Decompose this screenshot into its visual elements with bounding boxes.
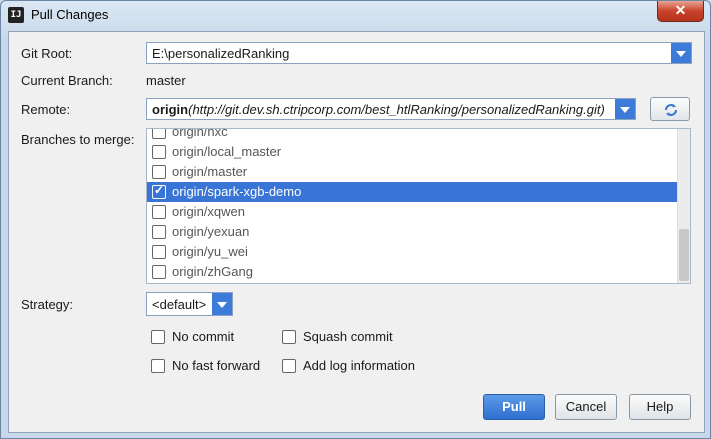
branch-label: origin/zhGang bbox=[172, 264, 253, 279]
branch-checkbox[interactable] bbox=[152, 265, 166, 279]
dialog-body: Git Root: E:\personalizedRanking Current… bbox=[8, 31, 705, 433]
no-commit-checkbox[interactable] bbox=[151, 330, 165, 344]
git-root-select[interactable]: E:\personalizedRanking bbox=[146, 42, 692, 64]
branches-to-merge-label: Branches to merge: bbox=[21, 132, 135, 147]
current-branch-label: Current Branch: bbox=[21, 73, 113, 88]
no-commit-label: No commit bbox=[172, 329, 235, 344]
branch-row-selected[interactable]: origin/spark-xgb-demo bbox=[147, 182, 678, 202]
branch-label: origin/yu_wei bbox=[172, 244, 248, 259]
squash-commit-checkbox[interactable] bbox=[282, 330, 296, 344]
branch-row[interactable]: origin/yu_wei bbox=[147, 242, 678, 262]
branch-checkbox[interactable] bbox=[152, 225, 166, 239]
scrollbar-thumb[interactable] bbox=[679, 229, 689, 281]
strategy-label: Strategy: bbox=[21, 297, 74, 312]
remote-select[interactable]: origin(http://git.dev.sh.ctripcorp.com/b… bbox=[146, 98, 636, 120]
remote-url: (http://git.dev.sh.ctripcorp.com/best_ht… bbox=[188, 102, 605, 117]
branch-row[interactable]: origin/hxc bbox=[147, 128, 678, 142]
branch-label: origin/spark-xgb-demo bbox=[172, 184, 302, 199]
add-log-information-checkbox[interactable] bbox=[282, 359, 296, 373]
branch-label: origin/yexuan bbox=[172, 224, 250, 239]
strategy-dropdown-arrow-icon[interactable] bbox=[212, 293, 232, 315]
branch-row[interactable]: origin/master bbox=[147, 162, 678, 182]
title-bar[interactable]: IJ Pull Changes ✕ bbox=[1, 1, 710, 31]
squash-commit-label: Squash commit bbox=[303, 329, 393, 344]
current-branch-value: master bbox=[146, 73, 186, 88]
strategy-select[interactable]: <default> bbox=[146, 292, 233, 316]
strategy-value: <default> bbox=[152, 297, 207, 312]
window-title: Pull Changes bbox=[31, 7, 109, 22]
remote-name: origin bbox=[152, 102, 189, 117]
branch-row[interactable]: origin/xqwen bbox=[147, 202, 678, 222]
remote-value: origin(http://git.dev.sh.ctripcorp.com/b… bbox=[152, 102, 605, 117]
refresh-remote-button[interactable] bbox=[650, 97, 690, 121]
remote-label: Remote: bbox=[21, 102, 71, 117]
branch-row[interactable]: origin/local_master bbox=[147, 142, 678, 162]
branches-list: origin/hxc origin/local_master origin/ma… bbox=[146, 128, 691, 284]
branch-checkbox[interactable] bbox=[152, 165, 166, 179]
pull-button[interactable]: Pull bbox=[483, 394, 545, 420]
cancel-button[interactable]: Cancel bbox=[555, 394, 617, 420]
branch-checkbox[interactable] bbox=[152, 129, 166, 139]
branch-label: origin/local_master bbox=[172, 144, 282, 159]
branches-scrollbar[interactable] bbox=[677, 129, 690, 283]
branch-checkbox[interactable] bbox=[152, 205, 166, 219]
no-fast-forward-checkbox[interactable] bbox=[151, 359, 165, 373]
remote-dropdown-arrow-icon[interactable] bbox=[615, 99, 635, 119]
help-button[interactable]: Help bbox=[629, 394, 691, 420]
branch-checkbox-checked[interactable] bbox=[152, 183, 166, 199]
no-fast-forward-label: No fast forward bbox=[172, 358, 261, 373]
pull-changes-dialog: IJ Pull Changes ✕ Git Root: E:\personali… bbox=[0, 0, 711, 439]
branch-row[interactable]: origin/zhGang bbox=[147, 262, 678, 282]
close-button[interactable]: ✕ bbox=[657, 1, 704, 22]
intellij-app-icon: IJ bbox=[8, 7, 24, 23]
git-root-dropdown-arrow-icon[interactable] bbox=[671, 43, 691, 63]
branch-row[interactable]: origin/yexuan bbox=[147, 222, 678, 242]
git-root-label: Git Root: bbox=[21, 46, 73, 61]
add-log-information-label: Add log information bbox=[303, 358, 416, 373]
branch-label: origin/xqwen bbox=[172, 204, 245, 219]
branch-label: origin/hxc bbox=[172, 128, 228, 139]
refresh-icon bbox=[665, 104, 677, 116]
branch-checkbox[interactable] bbox=[152, 145, 166, 159]
branch-checkbox[interactable] bbox=[152, 245, 166, 259]
branch-label: origin/master bbox=[172, 164, 248, 179]
git-root-value: E:\personalizedRanking bbox=[152, 46, 290, 61]
